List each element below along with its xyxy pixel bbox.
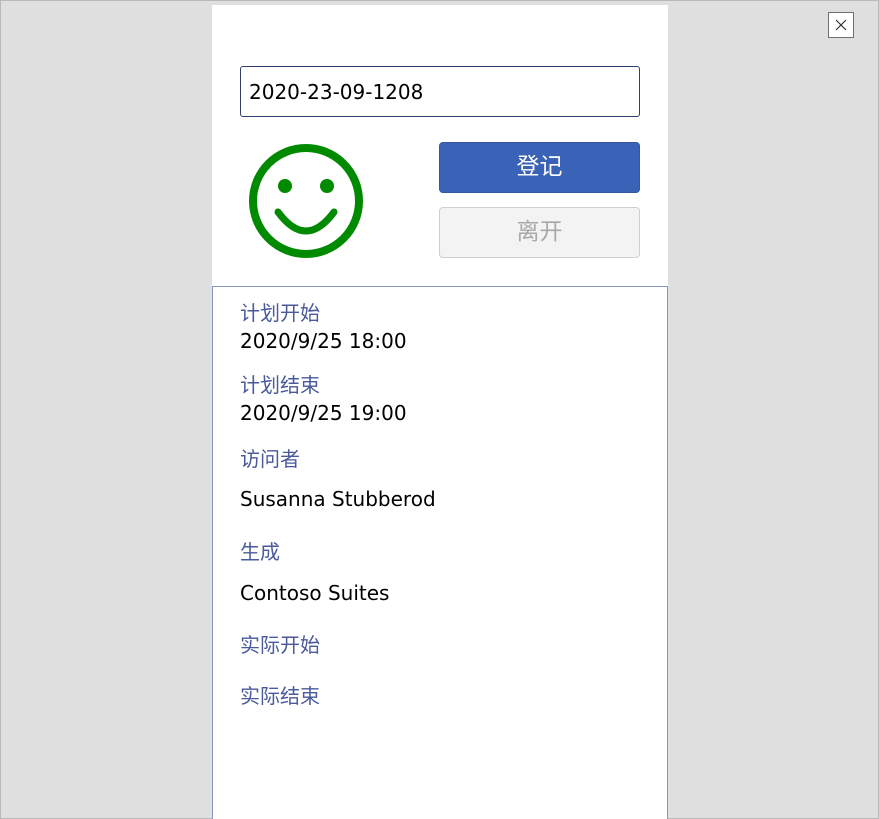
planned-end-label: 计划结束 — [240, 373, 320, 397]
close-button[interactable] — [828, 12, 854, 38]
actual-start-label: 实际开始 — [240, 633, 320, 657]
visit-code-input[interactable] — [240, 66, 640, 117]
planned-start-value: 2020/9/25 18:00 — [240, 329, 407, 353]
visitor-label: 访问者 — [240, 447, 300, 471]
checkout-button[interactable]: 离开 — [439, 207, 640, 258]
actual-end-label: 实际结束 — [240, 684, 320, 708]
planned-start-label: 计划开始 — [240, 301, 320, 325]
visitor-value: Susanna Stubberod — [240, 487, 436, 511]
smiley-icon — [249, 144, 363, 258]
visit-details: 计划开始 2020/9/25 18:00 计划结束 2020/9/25 19:0… — [212, 286, 668, 819]
visit-panel: 登记 离开 计划开始 2020/9/25 18:00 计划结束 2020/9/2… — [212, 5, 668, 819]
checkin-button[interactable]: 登记 — [439, 142, 640, 193]
planned-end-value: 2020/9/25 19:00 — [240, 401, 407, 425]
building-label: 生成 — [240, 540, 280, 564]
building-value: Contoso Suites — [240, 581, 390, 605]
close-icon — [835, 19, 847, 31]
